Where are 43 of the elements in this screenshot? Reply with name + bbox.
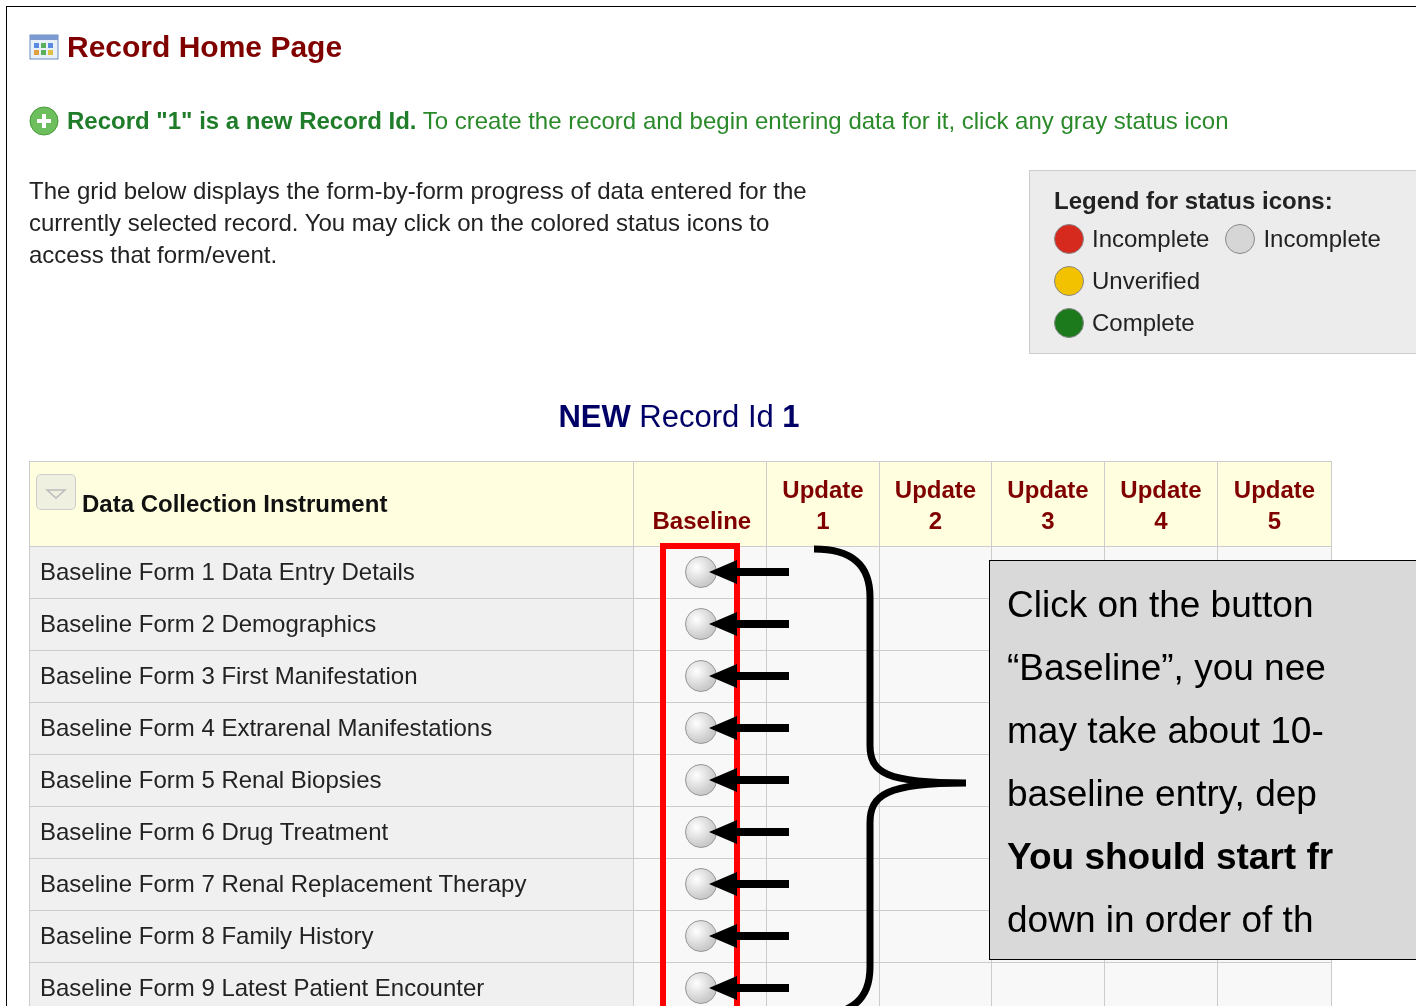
table-cell: Baseline Form 9 Latest Patient Encounter [29, 962, 634, 1006]
page-title: Record Home Page [67, 29, 343, 65]
table-cell: Baseline Form 5 Renal Biopsies [29, 754, 634, 806]
callout-text: baseline entry, dep [1007, 771, 1318, 816]
table-cell: Baseline Form 4 Extrarenal Manifestations [29, 702, 634, 754]
column-header: Update 3 [1006, 474, 1090, 536]
callout-text: Click on the button [1007, 582, 1315, 627]
legend-title: Legend for status icons: [1054, 186, 1334, 216]
table-cell: Baseline Form 8 Family History [29, 910, 634, 962]
column-header: Update 2 [893, 474, 978, 536]
table-cell: Baseline Form 1 Data Entry Details [29, 546, 634, 598]
status-button[interactable] [685, 764, 717, 796]
callout-text: You should start fr [1007, 834, 1335, 879]
table-cell: Baseline Form 6 Drug Treatment [29, 806, 634, 858]
legend-label: Complete [1092, 308, 1195, 338]
caret-icon [45, 488, 67, 501]
calendar-grid-icon [29, 34, 59, 60]
status-button[interactable] [685, 972, 717, 1004]
status-message: Record "1" is a new Record Id. To create the record and begin entering data for it, click any gray status icon [67, 106, 1229, 136]
status-button[interactable] [685, 712, 717, 744]
collapse-toggle[interactable] [36, 474, 76, 510]
table-cell: Baseline Form 3 First Manifestation [29, 650, 634, 702]
column-header: Update 1 [781, 474, 865, 536]
status-button[interactable] [685, 660, 717, 692]
plus-circle-icon [29, 106, 59, 136]
column-header: Data Collection Instrument [82, 490, 388, 517]
legend-label: Incomplete [1092, 224, 1210, 254]
status-button[interactable] [685, 608, 717, 640]
record-heading: NEW Record Id 1 [557, 398, 801, 436]
status-button[interactable] [685, 920, 717, 952]
status-button[interactable] [685, 868, 717, 900]
legend-label: Unverified [1092, 266, 1201, 296]
table-cell: Baseline Form 2 Demographics [29, 598, 634, 650]
description-text: The grid below displays the form-by-form progress of data entered for the currently selected record. You may click on the colored status icons to access that form/event. [29, 176, 808, 270]
callout-text: “Baseline”, you nee [1007, 645, 1327, 690]
legend-label: Incomplete [1263, 224, 1381, 254]
callout-text: down in order of th [1007, 897, 1315, 942]
column-header: Update 5 [1232, 474, 1317, 536]
column-header: Update 4 [1119, 474, 1203, 536]
status-button[interactable] [685, 816, 717, 848]
table-cell: Baseline Form 7 Renal Replacement Therapy [29, 858, 634, 910]
status-button[interactable] [685, 556, 717, 588]
callout-text: may take about 10- [1007, 708, 1325, 753]
